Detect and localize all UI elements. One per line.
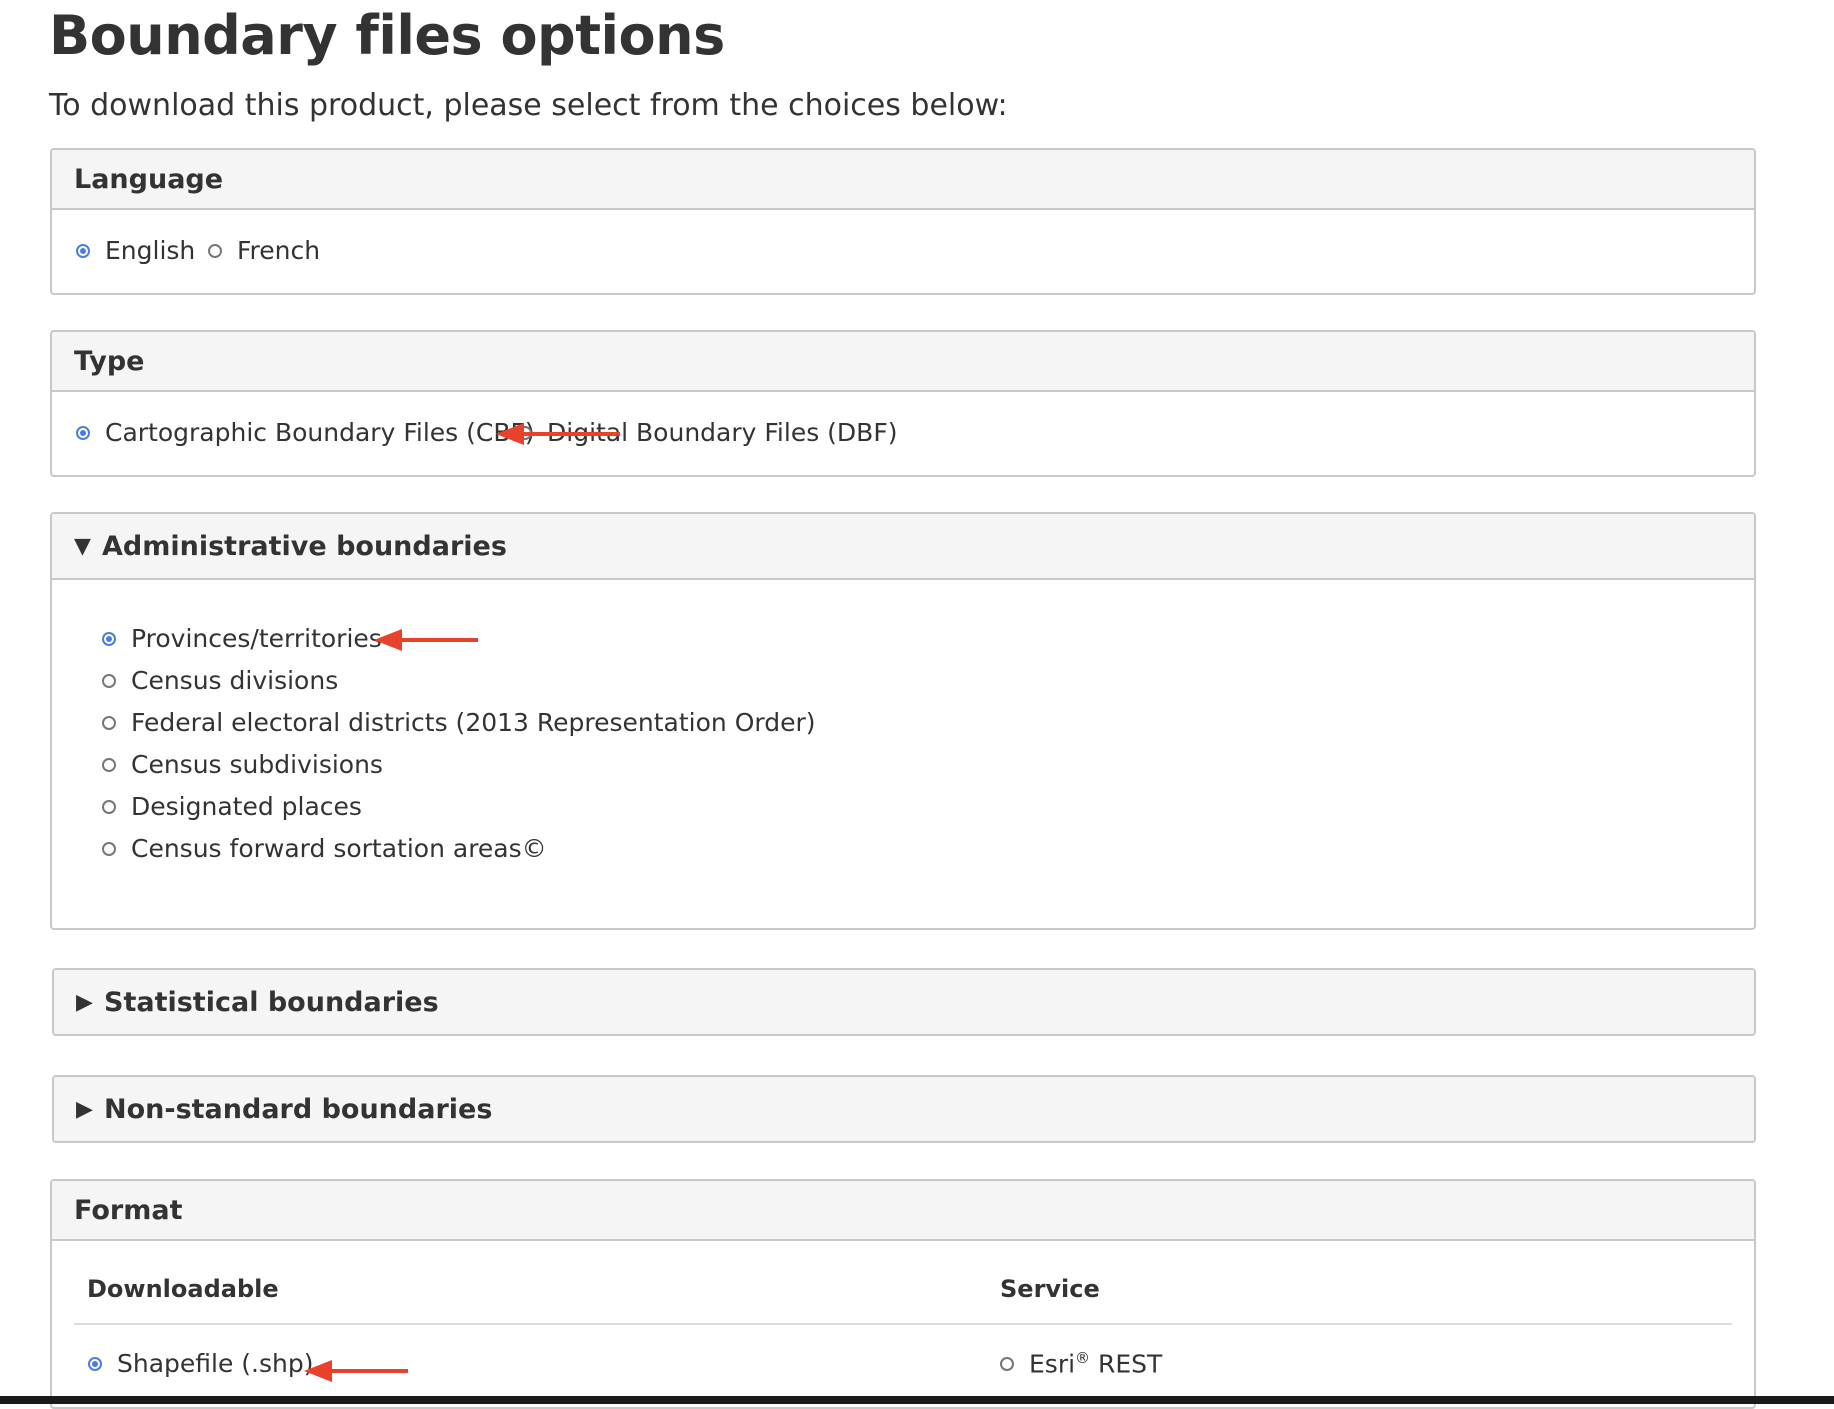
radio-designated-places[interactable]: Designated places <box>102 792 362 821</box>
radio-english-indicator[interactable] <box>76 243 90 258</box>
radio-designated-places-indicator[interactable] <box>102 799 116 814</box>
type-heading: Type <box>52 332 1754 392</box>
triangle-right-icon: ▶ <box>76 989 93 1015</box>
format-heading: Format <box>52 1181 1754 1241</box>
radio-cbf-label: Cartographic Boundary Files (CBF) <box>105 418 535 447</box>
downloadable-column-heading: Downloadable <box>87 1275 279 1303</box>
language-panel: Language English French <box>50 148 1756 295</box>
radio-provinces-territories[interactable]: Provinces/territories <box>102 624 382 653</box>
radio-esri-rest-label: Esri® REST <box>1029 1349 1162 1378</box>
radio-designated-places-label: Designated places <box>131 792 362 821</box>
radio-provinces-territories-indicator[interactable] <box>102 631 116 646</box>
radio-census-subdivisions-indicator[interactable] <box>102 757 116 772</box>
radio-federal-electoral-districts[interactable]: Federal electoral districts (2013 Repres… <box>102 708 816 737</box>
radio-french-label: French <box>237 236 321 265</box>
radio-esri-rest[interactable]: Esri® REST <box>1000 1349 1162 1378</box>
nonstandard-heading: Non-standard boundaries <box>104 1093 493 1125</box>
administrative-toggle[interactable]: ▼ Administrative boundaries <box>52 514 1754 580</box>
type-panel: Type Cartographic Boundary Files (CBF) D… <box>50 330 1756 477</box>
radio-esri-rest-indicator[interactable] <box>1000 1356 1014 1371</box>
radio-census-fsa-indicator[interactable] <box>102 841 116 856</box>
registered-mark: ® <box>1075 1349 1091 1367</box>
radio-census-fsa-label: Census forward sortation areas© <box>131 834 547 863</box>
radio-federal-electoral-districts-indicator[interactable] <box>102 715 116 730</box>
radio-census-subdivisions-label: Census subdivisions <box>131 750 383 779</box>
service-column-heading: Service <box>1000 1275 1100 1303</box>
radio-census-divisions[interactable]: Census divisions <box>102 666 338 695</box>
statistical-toggle[interactable]: ▶ Statistical boundaries <box>54 970 1754 1034</box>
radio-census-divisions-label: Census divisions <box>131 666 339 695</box>
radio-census-subdivisions[interactable]: Census subdivisions <box>102 750 383 779</box>
red-arrow-icon <box>304 1360 408 1382</box>
radio-shapefile[interactable]: Shapefile (.shp) <box>88 1349 314 1378</box>
esri-text: Esri <box>1029 1349 1076 1379</box>
radio-census-divisions-indicator[interactable] <box>102 673 116 688</box>
statistical-panel: ▶ Statistical boundaries <box>52 968 1756 1036</box>
radio-english[interactable]: English <box>76 236 195 265</box>
radio-provinces-territories-label: Provinces/territories <box>131 624 382 653</box>
administrative-panel: ▼ Administrative boundaries Provinces/te… <box>50 512 1756 930</box>
radio-cbf[interactable]: Cartographic Boundary Files (CBF) <box>76 418 535 447</box>
window-bottom-edge <box>0 1396 1834 1404</box>
radio-english-label: English <box>105 236 196 265</box>
radio-french[interactable]: French <box>208 236 320 265</box>
radio-cbf-indicator[interactable] <box>76 425 90 440</box>
nonstandard-toggle[interactable]: ▶ Non-standard boundaries <box>54 1077 1754 1141</box>
nonstandard-panel: ▶ Non-standard boundaries <box>52 1075 1756 1143</box>
radio-census-fsa[interactable]: Census forward sortation areas© <box>102 834 547 863</box>
red-arrow-icon <box>496 423 620 445</box>
triangle-down-icon: ▼ <box>74 533 91 559</box>
red-arrow-icon <box>374 629 478 651</box>
statistical-heading: Statistical boundaries <box>104 986 439 1018</box>
radio-shapefile-indicator[interactable] <box>88 1356 102 1371</box>
radio-french-indicator[interactable] <box>208 243 222 258</box>
page-title: Boundary files options <box>49 4 725 67</box>
triangle-right-icon: ▶ <box>76 1096 93 1122</box>
radio-shapefile-label: Shapefile (.shp) <box>117 1349 314 1378</box>
language-heading: Language <box>52 150 1754 210</box>
format-divider <box>74 1323 1732 1325</box>
administrative-heading: Administrative boundaries <box>102 530 507 562</box>
radio-federal-electoral-districts-label: Federal electoral districts (2013 Repres… <box>131 708 816 737</box>
rest-text: REST <box>1090 1349 1163 1379</box>
intro-text: To download this product, please select … <box>49 88 1008 123</box>
